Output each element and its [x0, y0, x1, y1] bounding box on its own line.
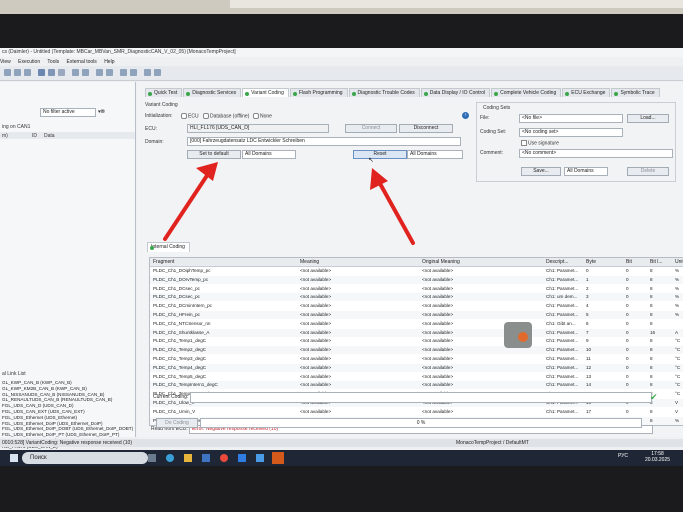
annotation-arrows [163, 162, 415, 245]
arrow-to-set-default-icon [163, 162, 218, 241]
arrow-to-reset-icon [370, 168, 415, 245]
